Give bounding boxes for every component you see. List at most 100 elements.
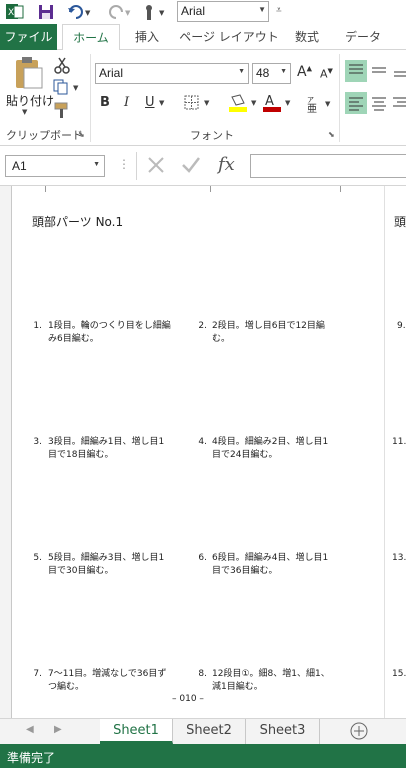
svg-text:▼: ▼ — [85, 9, 91, 17]
item-text: 7〜11目。増減なしで36目ず つ編む。 — [48, 668, 166, 694]
underline-button[interactable]: U — [145, 95, 155, 110]
item-line: つ編む。 — [48, 682, 85, 692]
item-text: 1段目。輪のつくり目をし細編 み6目編む。 — [48, 320, 171, 346]
ribbon-home: 貼り付け ▼ ▼ クリップボード ⬊ Arial ▼ 48 ▼ A▲ A▼ B … — [0, 50, 406, 146]
tab-home[interactable]: ホーム — [62, 24, 120, 51]
name-box-value: A1 — [12, 159, 27, 173]
tab-file[interactable]: ファイル — [0, 24, 57, 50]
item-line: 2段目。増し目6目で12目編 — [212, 321, 325, 331]
insert-function-icon[interactable]: fx — [218, 154, 235, 175]
bold-button[interactable]: B — [100, 95, 110, 110]
add-sheet-icon[interactable] — [350, 722, 368, 740]
separator — [90, 54, 91, 142]
align-top-icon[interactable] — [345, 60, 367, 82]
svg-text:▼: ▼ — [325, 100, 331, 108]
ruler-tick — [45, 186, 46, 192]
item-line: 6段目。細編み4目、増し目1 — [212, 553, 329, 563]
font-name-select[interactable]: Arial ▼ — [95, 63, 249, 84]
name-box[interactable]: A1 ▼ — [5, 155, 105, 177]
item-line: 3段目。細編み1目、増し目1 — [48, 437, 165, 447]
chevron-down-icon[interactable]: ▼ — [159, 99, 164, 107]
item-number: 13. — [392, 553, 406, 563]
cancel-icon[interactable] — [146, 155, 166, 175]
paste-icon[interactable] — [8, 56, 48, 90]
item-number: 3. — [33, 437, 42, 447]
dialog-launcher-icon[interactable]: ⬊ — [78, 130, 85, 139]
worksheet-page[interactable]: 頭部パーツ No.1 頭 1. 1段目。輪のつくり目をし細編 み6目編む。 2. … — [0, 186, 406, 718]
chevron-down-icon: ▼ — [258, 5, 266, 14]
italic-button[interactable]: I — [124, 95, 129, 110]
align-center-icon[interactable] — [368, 92, 390, 114]
svg-text:▼: ▼ — [251, 99, 257, 107]
tab-page-layout[interactable]: ページ レイアウト — [179, 24, 279, 50]
scroll-left-icon[interactable]: ◀ — [26, 724, 34, 735]
borders-icon[interactable]: ▼ — [184, 95, 214, 111]
svg-text:▼: ▼ — [73, 84, 79, 92]
formula-input[interactable] — [250, 154, 406, 178]
item-line: 目で30目編む。 — [48, 566, 114, 576]
item-line: 12段目①。細8、増1、細1、 — [212, 669, 330, 679]
sheet-tab-3[interactable]: Sheet3 — [246, 719, 320, 744]
grow-font-label: A — [297, 64, 307, 80]
touch-mode-icon[interactable]: ▼ — [140, 2, 168, 22]
svg-text:▼: ▼ — [285, 99, 291, 107]
copy-icon[interactable]: ▼ — [53, 79, 83, 95]
customize-qat-icon[interactable]: ⩡ — [276, 5, 288, 25]
sheet-tab-2[interactable]: Sheet2 — [173, 719, 246, 744]
fill-color-icon[interactable]: ▼ — [228, 93, 260, 113]
scroll-right-icon[interactable]: ▶ — [54, 724, 62, 735]
font-color-icon[interactable]: A ▼ — [262, 93, 294, 113]
chevron-down-icon[interactable]: ▼ — [22, 108, 27, 116]
item-line: 5段目。細編み3目、増し目1 — [48, 553, 165, 563]
font-color-label: A — [265, 94, 274, 109]
cut-icon[interactable] — [53, 56, 71, 74]
item-line: む。 — [212, 334, 231, 344]
phonetic-icon[interactable]: ア亜 ▼ — [305, 94, 335, 115]
item-number: 8. — [198, 669, 207, 679]
item-number: 1. — [33, 321, 42, 331]
chevron-down-icon: ▼ — [93, 161, 100, 168]
item-line: 目で24目編む。 — [212, 450, 278, 460]
dialog-launcher-icon[interactable]: ⬊ — [328, 130, 335, 139]
sheet-tab-1[interactable]: Sheet1 — [100, 719, 173, 744]
item-number: 5. — [33, 553, 42, 563]
item-number: 6. — [198, 553, 207, 563]
font-size-select[interactable]: 48 ▼ — [252, 63, 291, 84]
format-painter-icon[interactable] — [53, 101, 71, 119]
align-bottom-icon[interactable] — [391, 60, 406, 82]
tab-formulas[interactable]: 数式 — [284, 24, 330, 50]
item-line: 目で18目編む。 — [48, 450, 114, 460]
page-title-right: 頭 — [394, 215, 406, 229]
paste-label[interactable]: 貼り付け — [6, 92, 54, 109]
item-line: 7〜11目。増減なしで36目ず — [48, 669, 167, 679]
shrink-font-button[interactable]: A▼ — [320, 67, 333, 81]
item-line: 1段目。輪のつくり目をし細編 — [48, 321, 171, 331]
save-icon[interactable] — [36, 2, 56, 22]
svg-text:▼: ▼ — [159, 9, 165, 17]
qat-font-select[interactable]: Arial ▼ — [177, 1, 269, 22]
align-left-icon[interactable] — [345, 92, 367, 114]
item-number: 9. — [397, 321, 406, 331]
svg-text:ア: ア — [307, 96, 314, 104]
status-text: 準備完了 — [7, 751, 56, 765]
item-text: 6段目。細編み4目、増し目1 目で36目編む。 — [212, 552, 328, 578]
font-group-label: フォント — [190, 129, 234, 142]
grow-font-button[interactable]: A▲ — [297, 64, 312, 80]
ruler-tick — [210, 186, 211, 192]
item-line: 4段目。細編み2目、増し目1 — [212, 437, 329, 447]
ribbon-tabs: ファイル ホーム 挿入 ページ レイアウト 数式 データ — [0, 24, 406, 51]
item-number: 4. — [198, 437, 207, 447]
item-number: 15. — [392, 669, 406, 679]
undo-icon[interactable]: ▼ — [66, 2, 94, 22]
enter-icon[interactable] — [180, 155, 202, 175]
svg-text:▼: ▼ — [125, 9, 131, 17]
redo-icon[interactable]: ▼ — [106, 2, 134, 22]
align-middle-icon[interactable] — [368, 60, 390, 82]
chevron-down-icon: ▼ — [238, 68, 245, 75]
separator — [339, 54, 340, 142]
chevron-down-icon: ▼ — [280, 68, 287, 75]
align-right-icon[interactable] — [391, 92, 406, 114]
font-name-value: Arial — [99, 66, 124, 80]
tab-insert[interactable]: 挿入 — [125, 24, 169, 50]
tab-data[interactable]: データ — [340, 24, 386, 50]
